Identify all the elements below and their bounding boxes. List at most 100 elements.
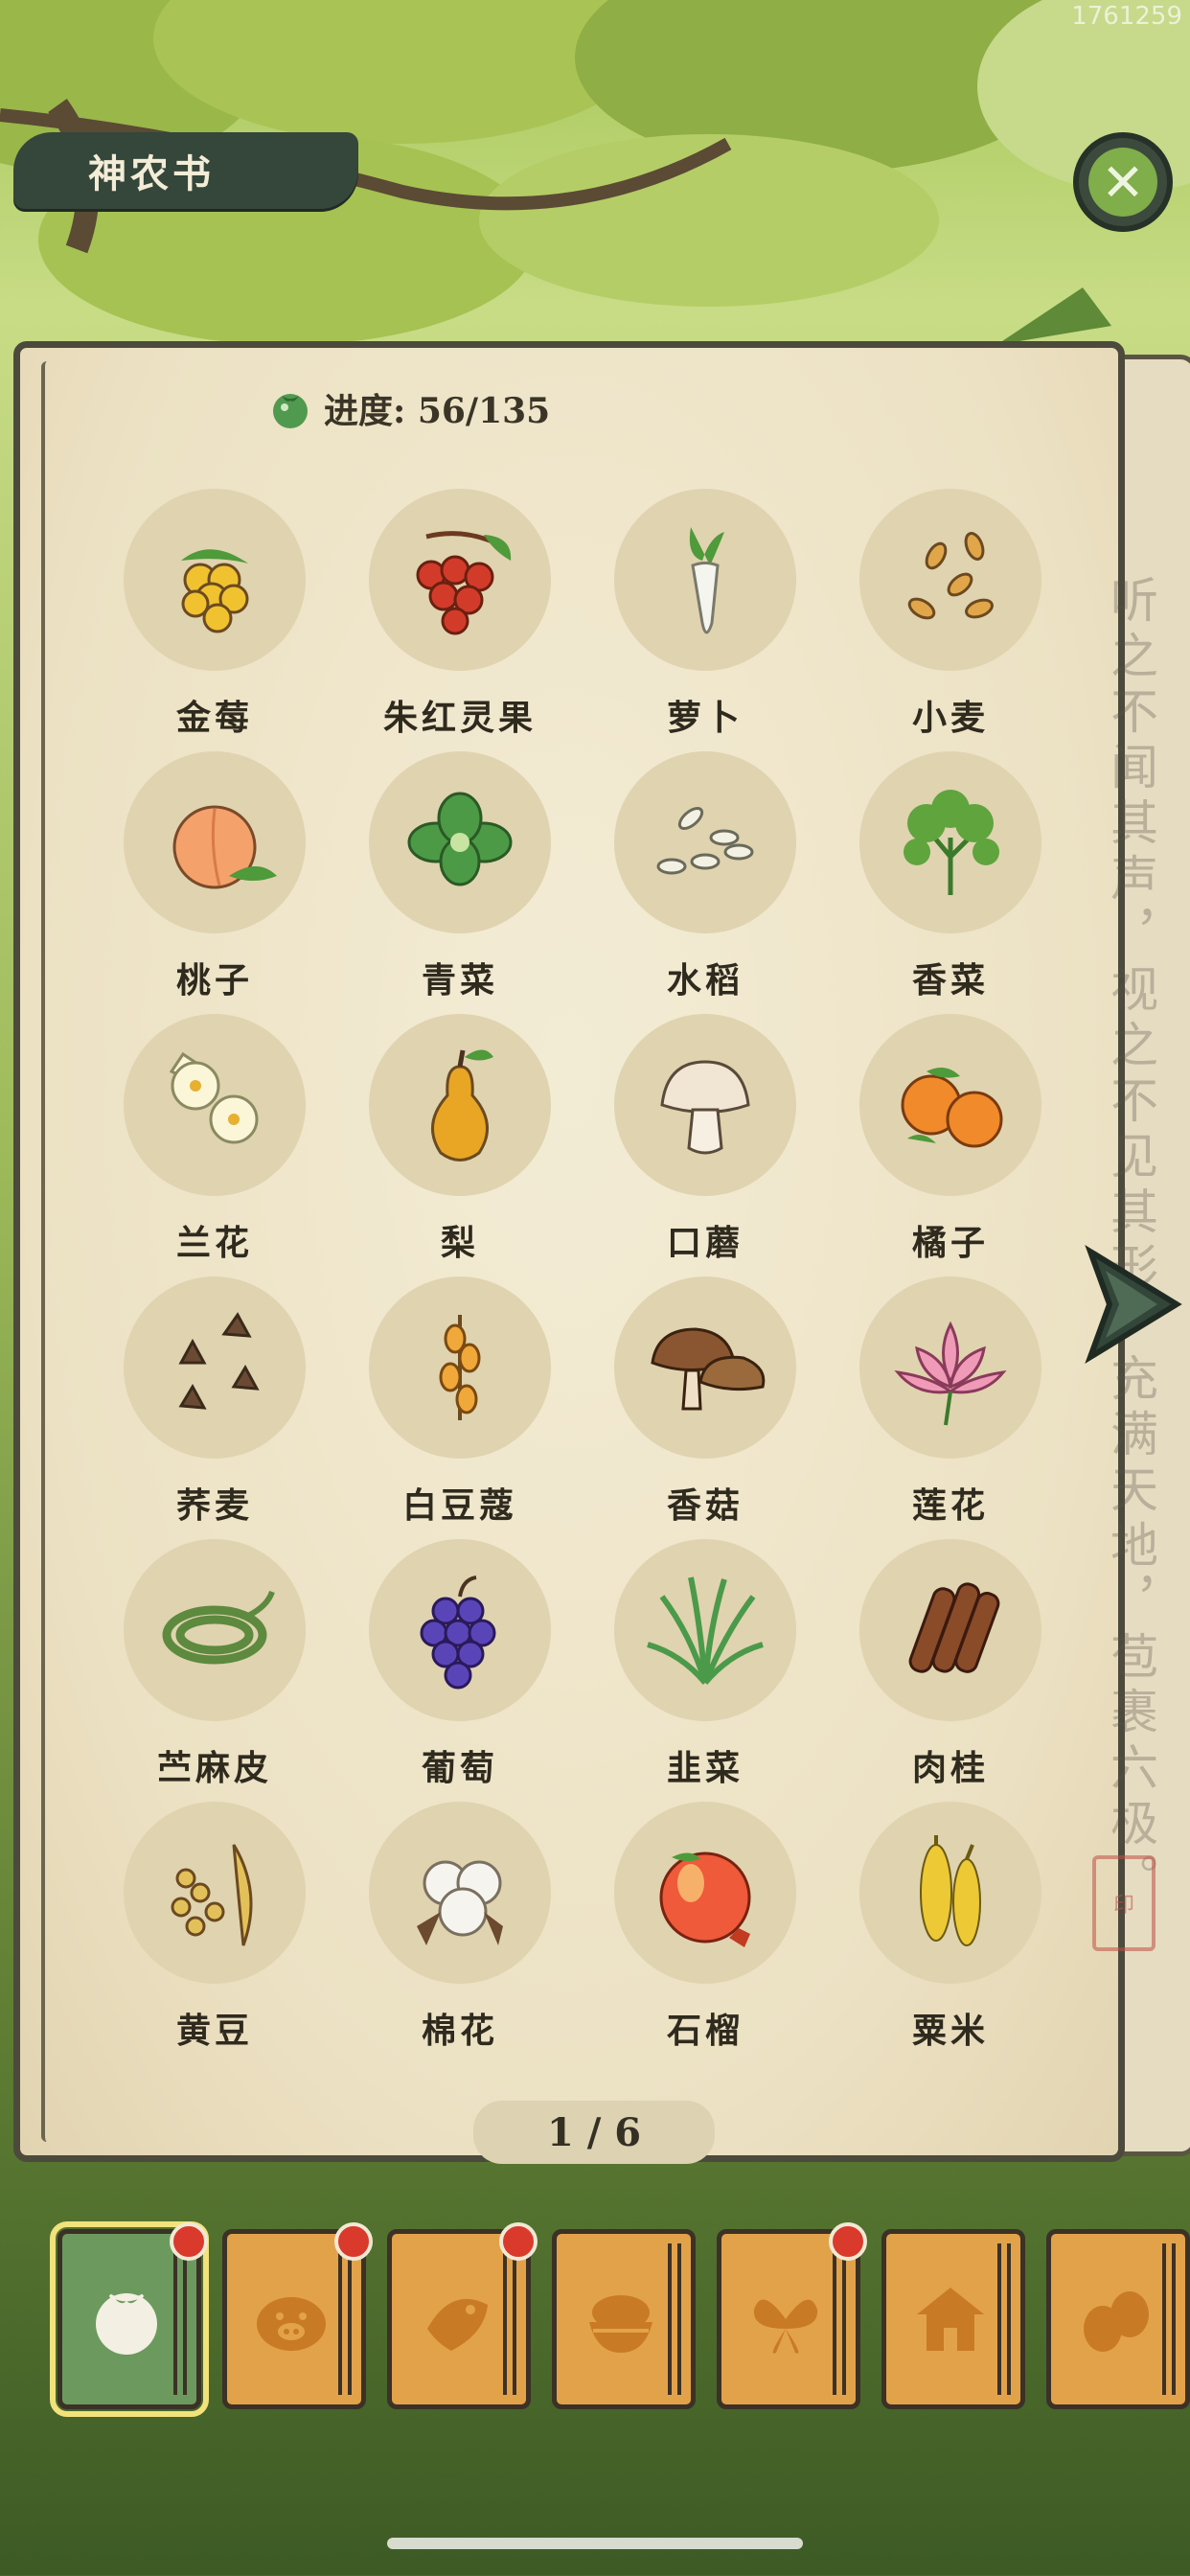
seal-stamp: 印 [1092, 1855, 1156, 1951]
watermark-text: 1761259 [1071, 2, 1182, 31]
orchid-icon [124, 1014, 306, 1196]
category-tab-fish[interactable] [387, 2222, 538, 2409]
tab-binding [1172, 2243, 1176, 2395]
tab-binding [997, 2243, 1001, 2395]
item-label: 橘子 [911, 1223, 989, 1263]
notification-badge [829, 2222, 867, 2261]
cardamom-icon [369, 1276, 551, 1459]
item-card[interactable]: 肉桂 [828, 1539, 1073, 1788]
tab-binding [173, 2243, 177, 2395]
item-label: 香菇 [666, 1485, 744, 1526]
tab-binding [677, 2243, 681, 2395]
notification-badge [334, 2222, 373, 2261]
shiitake-icon [614, 1276, 796, 1459]
item-card[interactable]: 香菜 [828, 751, 1073, 1000]
item-label: 肉桂 [911, 1748, 989, 1788]
item-card[interactable]: 黄豆 [92, 1802, 337, 2051]
grape-icon [369, 1539, 551, 1721]
buckwheat-icon [124, 1276, 306, 1459]
red-fruit-icon [369, 489, 551, 671]
item-label: 葡萄 [421, 1748, 498, 1788]
notification-badge [170, 2222, 208, 2261]
progress-indicator: 进度: 56/135 [268, 383, 550, 433]
cotton-icon [369, 1802, 551, 1984]
item-card[interactable]: 萝卜 [583, 489, 828, 738]
category-tab-beans[interactable] [1046, 2229, 1190, 2409]
radish-icon [614, 489, 796, 671]
tab-binding [338, 2243, 342, 2395]
page-title: 神农书 [88, 151, 215, 196]
close-button[interactable]: ✕ [1073, 132, 1173, 232]
pear-icon [369, 1014, 551, 1196]
item-card[interactable]: 水稻 [583, 751, 828, 1000]
tab-binding [1162, 2243, 1166, 2395]
item-label: 黄豆 [175, 2011, 253, 2051]
tab-binding [1007, 2243, 1011, 2395]
progress-label: 进度: 56/135 [324, 391, 551, 431]
item-label: 朱红灵果 [382, 698, 537, 738]
item-card[interactable]: 棉花 [337, 1802, 583, 2051]
category-tab-tomato[interactable] [50, 2221, 209, 2417]
golden-berry-icon [124, 489, 306, 671]
item-card[interactable]: 韭菜 [583, 1539, 828, 1788]
item-card[interactable]: 桃子 [92, 751, 337, 1000]
item-label: 白豆蔻 [401, 1485, 517, 1526]
item-card[interactable]: 小麦 [828, 489, 1073, 738]
item-card[interactable]: 石榴 [583, 1802, 828, 2051]
ramie-icon [124, 1539, 306, 1721]
item-label: 梨 [440, 1223, 479, 1263]
item-card[interactable]: 粟米 [828, 1802, 1073, 2051]
item-card[interactable]: 荞麦 [92, 1276, 337, 1526]
tab-binding [513, 2243, 516, 2395]
item-label: 苎麻皮 [156, 1748, 272, 1788]
category-tab-house[interactable] [881, 2229, 1025, 2409]
item-card[interactable]: 梨 [337, 1014, 583, 1263]
tab-binding [348, 2243, 352, 2395]
tab-binding [833, 2243, 836, 2395]
item-card[interactable]: 苎麻皮 [92, 1539, 337, 1788]
item-card[interactable]: 金莓 [92, 489, 337, 738]
lotus-icon [859, 1276, 1041, 1459]
item-label: 香菜 [911, 960, 989, 1000]
item-card[interactable]: 葡萄 [337, 1539, 583, 1788]
item-label: 莲花 [911, 1485, 989, 1526]
notification-badge [499, 2222, 538, 2261]
chive-icon [614, 1539, 796, 1721]
item-label: 口蘑 [666, 1223, 744, 1263]
category-tab-butterfly[interactable] [717, 2222, 867, 2409]
tomato-icon [273, 394, 308, 428]
item-label: 金莓 [175, 698, 253, 738]
item-label: 荞麦 [175, 1485, 253, 1526]
item-card[interactable]: 兰花 [92, 1014, 337, 1263]
category-tab-pig[interactable] [222, 2222, 373, 2409]
item-card[interactable]: 橘子 [828, 1014, 1073, 1263]
tab-binding [668, 2243, 672, 2395]
close-icon: ✕ [1088, 148, 1157, 217]
item-card[interactable]: 白豆蔻 [337, 1276, 583, 1526]
item-card[interactable]: 香菇 [583, 1276, 828, 1526]
item-label: 小麦 [911, 698, 989, 738]
orange-icon [859, 1014, 1041, 1196]
next-page-button[interactable] [1081, 1242, 1186, 1367]
item-card[interactable]: 莲花 [828, 1276, 1073, 1526]
page-indicator: 1 / 6 [473, 2101, 715, 2164]
white-mushroom-icon [614, 1014, 796, 1196]
item-card[interactable]: 青菜 [337, 751, 583, 1000]
wheat-grain-icon [859, 489, 1041, 671]
greens-icon [369, 751, 551, 933]
category-tab-rice-bowl[interactable] [552, 2229, 696, 2409]
millet-icon [859, 1802, 1041, 1984]
item-label: 棉花 [421, 2011, 498, 2051]
item-label: 青菜 [421, 960, 498, 1000]
pomegranate-icon [614, 1802, 796, 1984]
rice-grain-icon [614, 751, 796, 933]
tab-binding [183, 2243, 187, 2395]
home-indicator [387, 2538, 803, 2549]
item-label: 兰花 [175, 1223, 253, 1263]
item-card[interactable]: 朱红灵果 [337, 489, 583, 738]
item-card[interactable]: 口蘑 [583, 1014, 828, 1263]
book-title-banner: 神农书 [13, 132, 358, 209]
tab-binding [842, 2243, 846, 2395]
item-label: 粟米 [911, 2011, 989, 2051]
peach-icon [124, 751, 306, 933]
